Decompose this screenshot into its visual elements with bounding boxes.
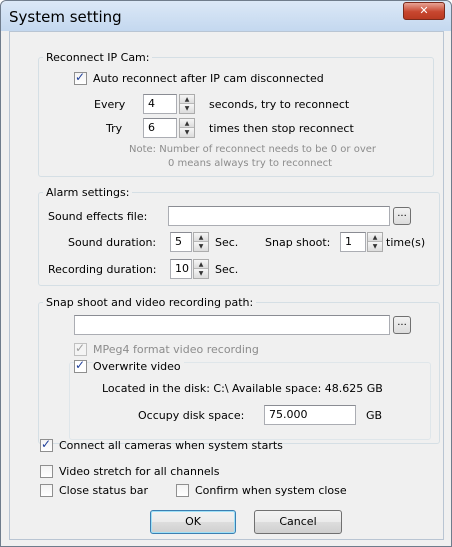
auto-reconnect-checkbox[interactable]	[74, 70, 87, 85]
sound-duration-label: Sound duration:	[68, 236, 157, 249]
dialog-body: Reconnect IP Cam: Auto reconnect after I…	[9, 31, 444, 540]
title-bar: System setting ✕	[1, 1, 451, 31]
path-legend: Snap shoot and video recording path:	[46, 296, 254, 309]
close-icon: ✕	[419, 4, 429, 17]
system-setting-window: System setting ✕ Reconnect IP Cam: Auto …	[0, 0, 452, 547]
disk-info: Located in the disk: C:\ Available space…	[102, 382, 383, 395]
close-status-bar-checkbox[interactable]	[40, 484, 53, 497]
reconnect-legend: Reconnect IP Cam:	[46, 51, 150, 64]
path-input[interactable]	[74, 315, 390, 335]
spinner-down-icon[interactable]: ▼	[194, 242, 208, 251]
every-seconds-spinner[interactable]: ▲ ▼	[179, 94, 195, 114]
overwrite-checkbox[interactable]	[74, 358, 87, 373]
try-times-input[interactable]: 6	[143, 118, 177, 138]
spinner-up-icon[interactable]: ▲	[368, 233, 382, 242]
overwrite-label: Overwrite video	[93, 360, 184, 373]
confirm-close-checkbox[interactable]	[176, 484, 189, 497]
try-times-spinner[interactable]: ▲ ▼	[179, 118, 195, 138]
cancel-button[interactable]: Cancel	[254, 510, 342, 534]
mpeg4-label: MPeg4 format video recording	[93, 343, 259, 356]
spinner-up-icon[interactable]: ▲	[194, 260, 208, 269]
try-label: Try	[106, 122, 123, 135]
recording-duration-input[interactable]: 10	[170, 259, 192, 279]
sound-file-label: Sound effects file:	[48, 210, 148, 223]
mpeg4-checkbox[interactable]	[74, 341, 87, 356]
occupy-input[interactable]: 75.000	[264, 405, 356, 425]
overwrite-group	[69, 362, 431, 440]
snap-shoot-spinner[interactable]: ▲ ▼	[367, 232, 383, 252]
alarm-legend: Alarm settings:	[46, 186, 130, 199]
spinner-up-icon[interactable]: ▲	[180, 95, 194, 104]
every-seconds-input[interactable]: 4	[143, 94, 177, 114]
snap-shoot-unit: time(s)	[386, 236, 426, 249]
snap-shoot-label: Snap shoot:	[265, 236, 331, 249]
video-stretch-checkbox[interactable]	[40, 465, 53, 478]
snap-shoot-input[interactable]: 1	[340, 232, 366, 252]
confirm-close-label: Confirm when system close	[195, 484, 347, 497]
every-suffix: seconds, try to reconnect	[209, 98, 350, 111]
spinner-down-icon[interactable]: ▼	[180, 104, 194, 113]
auto-reconnect-label: Auto reconnect after IP cam disconnected	[93, 72, 324, 85]
try-suffix: times then stop reconnect	[209, 122, 354, 135]
reconnect-note-line2: 0 means always try to reconnect	[168, 158, 333, 169]
sound-file-input[interactable]	[168, 206, 390, 226]
path-browse-button[interactable]: ...	[393, 316, 411, 334]
spinner-up-icon[interactable]: ▲	[194, 233, 208, 242]
window-title: System setting	[9, 8, 122, 26]
connect-all-label: Connect all cameras when system starts	[59, 439, 283, 452]
spinner-down-icon[interactable]: ▼	[194, 269, 208, 278]
video-stretch-label: Video stretch for all channels	[59, 465, 220, 478]
spinner-down-icon[interactable]: ▼	[180, 128, 194, 137]
occupy-label: Occupy disk space:	[138, 409, 245, 422]
sound-duration-unit: Sec.	[215, 236, 239, 249]
connect-all-checkbox[interactable]	[40, 437, 53, 452]
close-status-bar-label: Close status bar	[59, 484, 149, 497]
reconnect-note-line1: Note: Number of reconnect needs to be 0 …	[129, 144, 376, 155]
close-button[interactable]: ✕	[403, 2, 445, 20]
ok-button[interactable]: OK	[150, 510, 236, 534]
recording-duration-label: Recording duration:	[48, 263, 157, 276]
spinner-up-icon[interactable]: ▲	[180, 119, 194, 128]
sound-duration-spinner[interactable]: ▲ ▼	[193, 232, 209, 252]
recording-duration-unit: Sec.	[215, 263, 239, 276]
recording-duration-spinner[interactable]: ▲ ▼	[193, 259, 209, 279]
spinner-down-icon[interactable]: ▼	[368, 242, 382, 251]
sound-file-browse-button[interactable]: ...	[393, 207, 411, 225]
occupy-unit: GB	[366, 409, 383, 422]
sound-duration-input[interactable]: 5	[170, 232, 192, 252]
every-label: Every	[94, 98, 126, 111]
